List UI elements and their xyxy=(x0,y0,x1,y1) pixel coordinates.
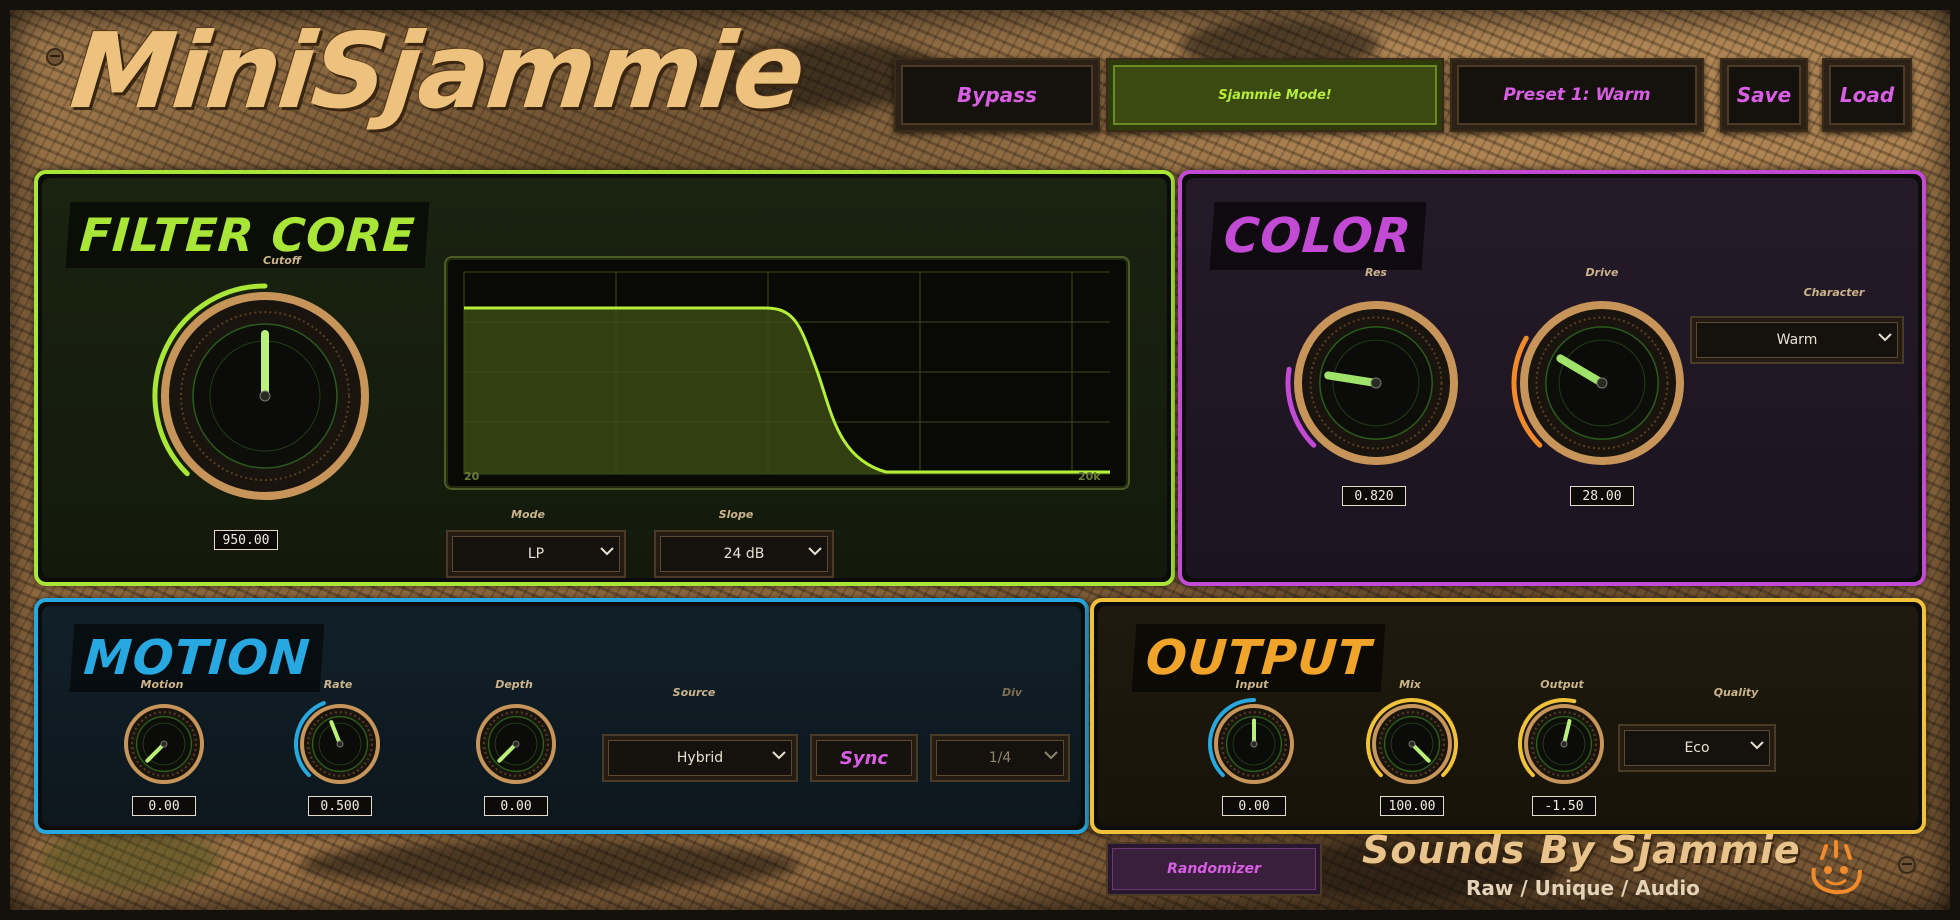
depth-value[interactable]: 0.00 xyxy=(484,796,548,816)
chevron-down-icon xyxy=(600,547,614,556)
preset-selector[interactable]: Preset 1: Warm xyxy=(1450,58,1704,132)
rate-value[interactable]: 0.500 xyxy=(308,796,372,816)
output-knob[interactable] xyxy=(1514,694,1614,794)
character-label: Character xyxy=(1803,286,1865,299)
mix-value[interactable]: 100.00 xyxy=(1380,796,1444,816)
quality-value: Eco xyxy=(1684,740,1710,756)
plugin-window: MiniSjammie Bypass Sjammie Mode! Preset … xyxy=(0,0,1960,920)
preset-label: Preset 1: Warm xyxy=(1503,85,1651,105)
save-button[interactable]: Save xyxy=(1720,58,1808,132)
sjammie-mode-button[interactable]: Sjammie Mode! xyxy=(1106,58,1444,132)
character-value: Warm xyxy=(1776,332,1818,348)
output-label: Output xyxy=(1540,678,1584,691)
brand-tagline: Raw / Unique / Audio xyxy=(1466,876,1700,900)
mode-label: Mode xyxy=(511,508,545,521)
output-value[interactable]: -1.50 xyxy=(1532,796,1596,816)
slope-label: Slope xyxy=(718,508,754,521)
input-label: Input xyxy=(1235,678,1269,691)
randomizer-button[interactable]: Randomizer xyxy=(1106,842,1322,896)
color-panel: COLOR Res 0.820 Drive 28.00 Character Wa… xyxy=(1178,170,1926,586)
mode-label: Sjammie Mode! xyxy=(1218,87,1332,103)
brand-name: Sounds By Sjammie xyxy=(1362,828,1801,872)
drive-knob[interactable] xyxy=(1502,288,1702,478)
motion-panel: MOTION Motion 0.00 Rate 0.500 Depth 0.00… xyxy=(34,598,1089,834)
chevron-down-icon xyxy=(772,751,786,760)
app-logo: MiniSjammie xyxy=(65,10,809,132)
slope-dropdown[interactable]: 24 dB xyxy=(654,530,834,578)
color-title: COLOR xyxy=(1209,202,1427,270)
chevron-down-icon xyxy=(808,547,822,556)
depth-knob[interactable] xyxy=(466,694,566,794)
screw-icon xyxy=(1898,856,1916,874)
motion-knob[interactable] xyxy=(114,694,214,794)
input-knob[interactable] xyxy=(1204,694,1304,794)
motion-label: Motion xyxy=(140,678,184,691)
graph-x-min: 20 xyxy=(464,470,480,483)
div-value: 1/4 xyxy=(988,750,1012,766)
quality-label: Quality xyxy=(1713,686,1759,699)
character-dropdown[interactable]: Warm xyxy=(1690,316,1904,364)
source-value: Hybrid xyxy=(676,750,724,766)
cutoff-knob[interactable] xyxy=(140,276,390,516)
filter-curve xyxy=(463,271,1110,475)
quality-dropdown[interactable]: Eco xyxy=(1618,724,1776,772)
res-value[interactable]: 0.820 xyxy=(1342,486,1406,506)
chevron-down-icon xyxy=(1044,751,1058,760)
drive-value[interactable]: 28.00 xyxy=(1570,486,1634,506)
mix-knob[interactable] xyxy=(1362,694,1462,794)
chevron-down-icon xyxy=(1878,333,1892,342)
div-dropdown[interactable]: 1/4 xyxy=(930,734,1070,782)
output-panel: OUTPUT Input 0.00 Mix 100.00 Output -1.5… xyxy=(1090,598,1926,834)
load-label: Load xyxy=(1839,83,1895,107)
smiley-logo-icon xyxy=(1811,840,1862,895)
mix-label: Mix xyxy=(1399,678,1421,691)
sync-label: Sync xyxy=(839,747,889,769)
res-knob[interactable] xyxy=(1276,288,1476,478)
bypass-label: Bypass xyxy=(957,83,1037,107)
drive-label: Drive xyxy=(1585,266,1619,279)
input-value[interactable]: 0.00 xyxy=(1222,796,1286,816)
bypass-button[interactable]: Bypass xyxy=(894,58,1100,132)
screw-icon xyxy=(46,48,64,66)
graph-x-max: 20k xyxy=(1078,470,1101,483)
mode-value: LP xyxy=(527,546,545,562)
load-button[interactable]: Load xyxy=(1822,58,1912,132)
chevron-down-icon xyxy=(1750,741,1764,750)
depth-label: Depth xyxy=(495,678,533,691)
div-label: Div xyxy=(1001,686,1023,699)
res-label: Res xyxy=(1365,266,1387,279)
source-label: Source xyxy=(672,686,716,699)
mode-dropdown[interactable]: LP xyxy=(446,530,626,578)
source-dropdown[interactable]: Hybrid xyxy=(602,734,798,782)
rate-knob[interactable] xyxy=(290,694,390,794)
slope-value: 24 dB xyxy=(723,546,765,562)
filter-response-graph: 20 20k xyxy=(444,256,1130,490)
rate-label: Rate xyxy=(323,678,353,691)
cutoff-label: Cutoff xyxy=(263,254,301,267)
cutoff-value[interactable]: 950.00 xyxy=(214,530,278,550)
motion-title: MOTION xyxy=(69,624,325,692)
sync-button[interactable]: Sync xyxy=(810,734,918,782)
save-label: Save xyxy=(1736,83,1792,107)
randomizer-label: Randomizer xyxy=(1167,861,1261,877)
motion-value[interactable]: 0.00 xyxy=(132,796,196,816)
